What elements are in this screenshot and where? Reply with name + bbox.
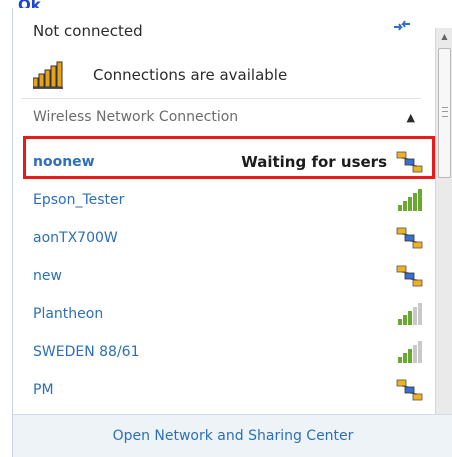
network-item-new[interactable]: new: [33, 263, 425, 289]
network-item-plantheon[interactable]: Plantheon: [33, 301, 425, 327]
adhoc-network-icon: [395, 378, 425, 402]
network-item-pm[interactable]: PM: [33, 377, 425, 403]
footer: Open Network and Sharing Center: [13, 414, 452, 457]
signal-bars-icon: [32, 60, 91, 90]
section-title: Wireless Network Connection: [33, 109, 239, 125]
adhoc-network-icon: [395, 226, 425, 250]
grip-icon: [442, 107, 448, 117]
section-header[interactable]: Wireless Network Connection ▲: [33, 106, 421, 128]
network-item-sweden-88-61[interactable]: SWEDEN 88/61: [33, 339, 425, 365]
scroll-thumb[interactable]: [438, 48, 451, 178]
chevron-up-icon[interactable]: ▲: [407, 111, 415, 124]
network-item-noonew[interactable]: noonew Waiting for users: [33, 149, 425, 175]
wifi-signal-medium-icon: [395, 302, 425, 326]
scrollbar[interactable]: ▲ ▼: [435, 28, 452, 428]
network-name: Epson_Tester: [33, 192, 125, 208]
connections-available-row: Connections are available: [32, 58, 288, 92]
network-flyout: Not connected Connections are available …: [12, 8, 452, 457]
refresh-icon[interactable]: [391, 18, 413, 34]
connection-status: Not connected: [33, 22, 143, 40]
wifi-signal-full-icon: [395, 188, 425, 212]
scroll-up-arrow-icon[interactable]: ▲: [436, 28, 452, 45]
network-name: aonTX700W: [33, 230, 118, 246]
network-name: PM: [33, 382, 54, 398]
network-name: noonew: [33, 154, 95, 170]
network-item-epson-tester[interactable]: Epson_Tester: [33, 187, 425, 213]
adhoc-network-icon: [395, 264, 425, 288]
adhoc-network-icon: [395, 150, 425, 174]
wifi-signal-medium-icon: [395, 340, 425, 364]
network-item-aontx700w[interactable]: aonTX700W: [33, 225, 425, 251]
network-status: Waiting for users: [241, 153, 387, 171]
network-name: Plantheon: [33, 306, 104, 322]
network-name: SWEDEN 88/61: [33, 344, 140, 360]
availability-text: Connections are available: [93, 66, 288, 84]
open-network-center-link[interactable]: Open Network and Sharing Center: [113, 428, 354, 444]
network-name: new: [33, 268, 62, 284]
divider: [21, 98, 421, 99]
